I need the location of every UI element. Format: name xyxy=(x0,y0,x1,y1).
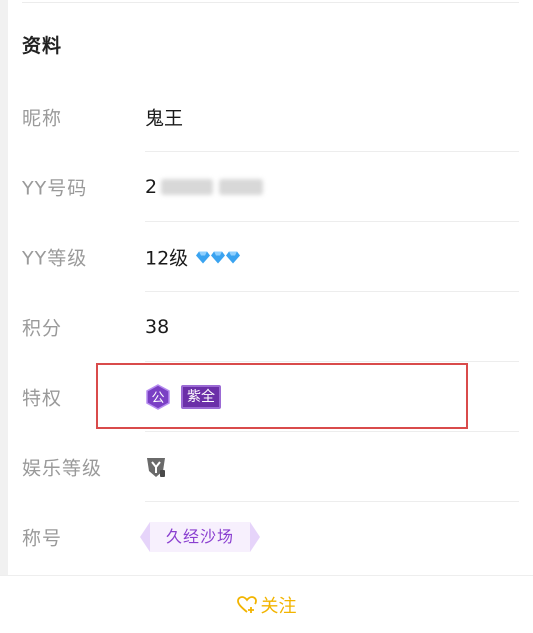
redacted-block xyxy=(219,179,264,195)
row-yy-number: YY号码 2 xyxy=(0,152,533,222)
yy-number-value: 2 xyxy=(145,176,264,198)
row-title: 称号 久经沙场 xyxy=(0,502,533,572)
row-points: 积分 38 xyxy=(0,292,533,362)
ent-level-value xyxy=(145,455,167,479)
nickname-value: 鬼王 xyxy=(145,104,183,131)
title-badge[interactable]: 久经沙场 xyxy=(139,522,261,552)
y-shield-icon[interactable] xyxy=(145,455,167,479)
nickname-text: 鬼王 xyxy=(145,107,184,130)
title-value: 久经沙场 xyxy=(139,522,261,552)
section-title: 资料 xyxy=(22,35,63,57)
follow-label: 关注 xyxy=(260,596,297,617)
row-yy-level: YY等级 12级 xyxy=(0,222,533,292)
follow-button[interactable]: 关注 xyxy=(236,592,297,618)
ent-level-label: 娱乐等级 xyxy=(22,457,103,480)
profile-page: 资料 昵称 鬼王 YY号码 2 YY等级 12级 积分 38 特权 公 紫全 娱… xyxy=(0,0,533,633)
privilege-label: 特权 xyxy=(22,387,63,410)
yy-level-text: 12级 xyxy=(145,247,189,270)
top-divider xyxy=(22,2,519,3)
yy-level-value: 12级 xyxy=(145,244,241,271)
yy-number-label: YY号码 xyxy=(22,177,88,200)
level-diamonds xyxy=(196,251,241,263)
diamond-icon xyxy=(196,251,211,263)
row-ent-level: 娱乐等级 xyxy=(0,432,533,502)
title-label: 称号 xyxy=(22,527,63,550)
row-nickname: 昵称 鬼王 xyxy=(0,82,533,152)
highlight-box xyxy=(96,363,468,429)
yy-level-label: YY等级 xyxy=(22,247,88,270)
points-value: 38 xyxy=(145,316,169,338)
diamond-icon xyxy=(211,251,226,263)
heart-plus-icon xyxy=(236,596,257,613)
redacted-block xyxy=(161,179,214,195)
nickname-label: 昵称 xyxy=(22,107,63,130)
bottom-bar: 关注 xyxy=(0,575,533,633)
yy-number-text: 2 xyxy=(145,176,158,198)
diamond-icon xyxy=(226,251,241,263)
points-label: 积分 xyxy=(22,317,63,340)
points-text: 38 xyxy=(145,316,170,338)
